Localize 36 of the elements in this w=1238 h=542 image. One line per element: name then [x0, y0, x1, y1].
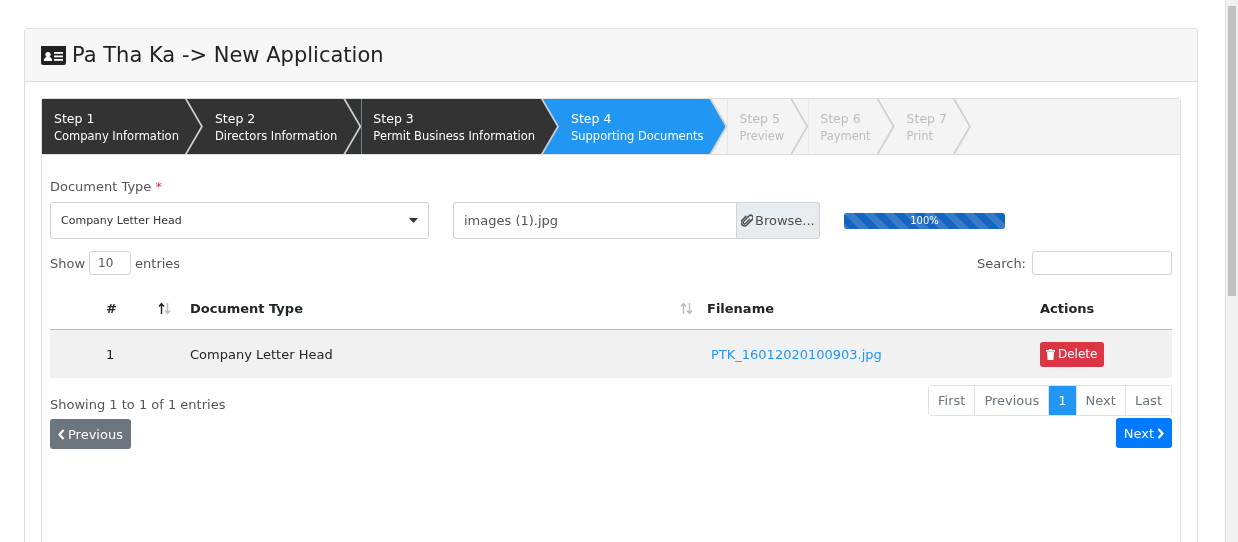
page-title: Pa Tha Ka -> New Application	[72, 43, 384, 67]
filename-link[interactable]: PTK_16012020100903.jpg	[707, 346, 882, 362]
scrollbar[interactable]	[1225, 0, 1238, 542]
entries-info: Showing 1 to 1 of 1 entries	[50, 397, 226, 412]
column-header[interactable]: Document Type	[190, 300, 303, 316]
paperclip-icon	[741, 214, 753, 227]
table-cell: 1	[106, 346, 115, 362]
progress-bar: 100%	[844, 212, 1005, 229]
caret-icon	[409, 218, 418, 223]
column-header[interactable]: #	[106, 300, 117, 316]
chevron-right-icon	[1157, 427, 1164, 439]
wizard-step[interactable]: Step 4 Supporting Documents	[559, 99, 728, 154]
search-label: Search:	[976, 255, 1026, 271]
chevron-left-icon	[58, 428, 65, 440]
wizard-step[interactable]: Step 3 Permit Business Information	[361, 99, 559, 154]
delete-button[interactable]: Delete	[1040, 341, 1105, 367]
trash-icon	[1046, 348, 1055, 360]
browse-button[interactable]: Browse...	[736, 202, 820, 239]
show-label: Show	[50, 255, 86, 271]
page-size-field[interactable]: 10	[89, 251, 132, 275]
next-button[interactable]: Next	[1115, 418, 1172, 448]
pagination-button[interactable]: 1	[1048, 386, 1076, 415]
id-card-icon	[41, 45, 66, 65]
file-field[interactable]: images (1).jpg	[453, 202, 736, 239]
column-header: Actions	[1040, 300, 1095, 316]
document-type-select[interactable]: Company Letter Head	[50, 202, 429, 239]
previous-button[interactable]: Previous	[50, 419, 131, 449]
sort-icon[interactable]	[158, 301, 171, 315]
search-field[interactable]	[1032, 251, 1172, 275]
entries-label: entries	[135, 255, 181, 271]
field-label: Document Type *	[50, 179, 163, 194]
table-cell: Company Letter Head	[190, 346, 333, 362]
wizard-step[interactable]: Step 2 Directors Information	[202, 99, 362, 154]
wizard-step[interactable]: Step 1 Company Information	[42, 99, 203, 154]
column-header[interactable]: Filename	[707, 300, 774, 316]
pagination-button[interactable]: Last	[1124, 386, 1171, 415]
